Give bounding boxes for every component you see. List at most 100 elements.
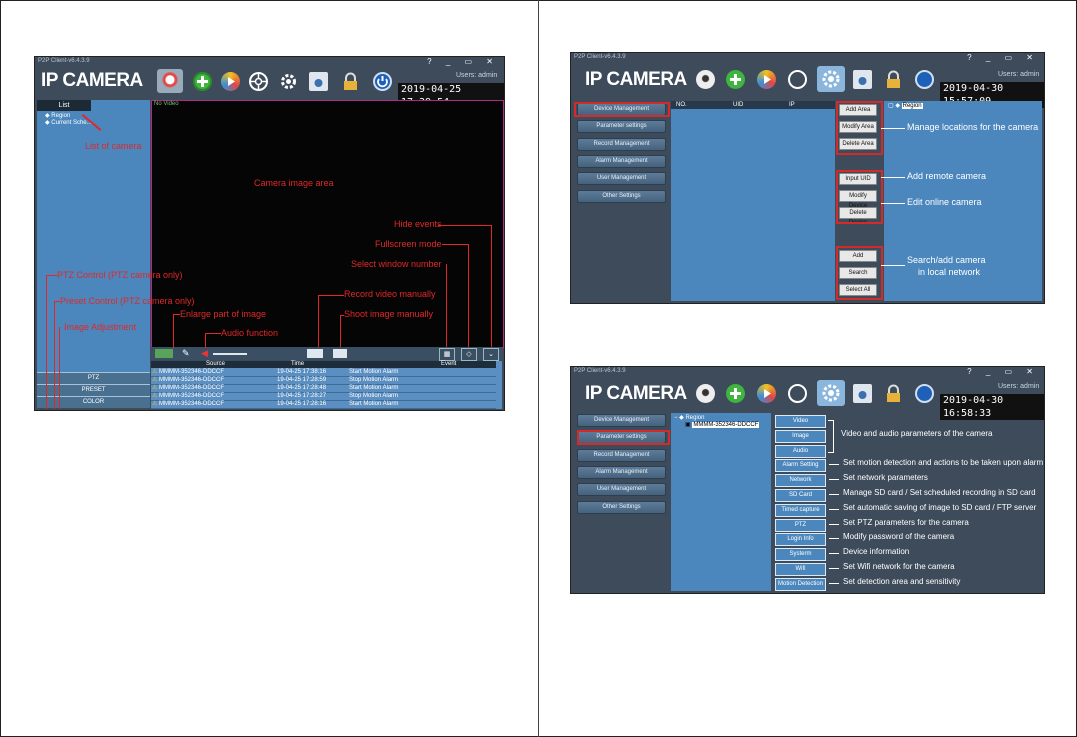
users-label: Users: admin (456, 72, 498, 79)
fullscreen-button[interactable]: ◇ (461, 348, 477, 361)
table-row[interactable]: ⚠ MMMM-352346-DDCCF 19-04-25 17:28:27 Stop … (151, 393, 496, 401)
power-icon[interactable] (915, 70, 934, 89)
table-row[interactable]: ⚠ MMMM-352346-DDCCF 19-04-25 17:28:16 Start… (151, 401, 496, 409)
table-row[interactable]: ⚠ MMMM-352346-DDCCF 19-04-25 17:28:48 Start… (151, 385, 496, 393)
add-device-icon[interactable] (726, 384, 745, 403)
record-file-icon[interactable] (309, 72, 328, 91)
ptz-wheel-icon[interactable] (788, 384, 807, 403)
nav-item-other-settings[interactable]: Other Settings (577, 500, 666, 514)
network-button[interactable]: Network (775, 474, 826, 488)
audio-button[interactable]: Audio (775, 444, 826, 458)
power-icon[interactable] (373, 72, 392, 91)
highlight-local-buttons (836, 246, 883, 300)
volume-slider[interactable] (213, 353, 247, 355)
app-title: P2P Client-v6.4.3.9 (574, 54, 626, 60)
annotation-add-remote: Add remote camera (907, 171, 987, 181)
hide-events-button[interactable]: ⌄ (483, 348, 499, 361)
audio-icon[interactable]: ◀ (201, 348, 208, 359)
header-uid: UID (733, 102, 744, 108)
leader-audio-v (205, 333, 206, 348)
nav-item-alarm-management[interactable]: Alarm Management (577, 465, 666, 479)
nav-item-record-management[interactable]: Record Management (577, 137, 666, 151)
wrench-icon[interactable]: ✎ (182, 348, 192, 359)
window-controls[interactable]: ? _ ▭ ✕ (967, 367, 1039, 376)
annotation-edit-online: Edit online camera (907, 197, 982, 207)
settings-gear-icon[interactable] (817, 380, 845, 406)
cell-source: MMMM-352346-DDCCF (159, 393, 225, 399)
leader-hide-events-v (491, 225, 492, 347)
live-view-icon[interactable] (157, 69, 183, 93)
record-file-icon[interactable] (853, 384, 872, 403)
login-info-button[interactable]: Login Info (775, 533, 826, 547)
nav-item-user-management[interactable]: User Management (577, 483, 666, 497)
alarm-warning-icon: ⚠ (152, 401, 158, 407)
brand-logo: IP CAMERA (585, 383, 687, 404)
record-video-button[interactable] (307, 349, 323, 358)
users-label: Users: admin (998, 71, 1040, 78)
enlarge-button[interactable] (155, 349, 173, 358)
motion-detection-button[interactable]: Motion Detection (775, 577, 826, 591)
tree-item-region[interactable]: ◆ Region (45, 112, 70, 119)
leader-timed-capture (829, 508, 839, 510)
description-ptz: Set PTZ parameters for the camera (843, 517, 969, 527)
window-number-button[interactable]: ▦ (439, 348, 455, 361)
table-row[interactable]: ⚠ MMMM-352346-DDCCF 19-04-25 17:28:59 Stop … (151, 377, 496, 385)
nav-item-record-management[interactable]: Record Management (577, 448, 666, 462)
add-device-icon[interactable] (726, 70, 745, 89)
lock-icon[interactable] (884, 70, 903, 89)
record-file-icon[interactable] (853, 70, 872, 89)
nav-item-alarm-management[interactable]: Alarm Management (577, 154, 666, 168)
sd-card-button[interactable]: SD Card (775, 489, 826, 502)
wifi-button[interactable]: Wifi (775, 563, 826, 576)
settings-gear-icon[interactable] (279, 72, 298, 91)
playback-icon[interactable] (757, 384, 776, 403)
lock-icon[interactable] (884, 384, 903, 403)
tree-device[interactable]: ▣ MMMM-352346-DDCCF (685, 421, 760, 428)
tree-root-region[interactable]: ▢ ◆ Region (888, 102, 923, 109)
annotation-fullscreen: Fullscreen mode (375, 239, 442, 249)
camera-icon[interactable] (696, 70, 715, 89)
cell-event: Start Motion Alarm (349, 401, 399, 407)
playback-icon[interactable] (221, 72, 240, 91)
image-button[interactable]: Image (775, 429, 826, 443)
nav-item-user-management[interactable]: User Management (577, 172, 666, 186)
highlight-parameter-settings (577, 430, 670, 445)
systerm-button[interactable]: Systerm (775, 548, 826, 562)
description-sd-card: Manage SD card / Set scheduled recording… (843, 488, 1036, 497)
leader-ptz (829, 523, 839, 525)
window-controls[interactable]: ? _ ▭ ✕ (967, 53, 1039, 62)
leader-preset-h (54, 301, 60, 302)
table-header: NO. UID IP (671, 101, 835, 109)
window-controls[interactable]: ? _ ▭ ✕ (427, 57, 499, 66)
ptz-button[interactable]: PTZ (775, 518, 826, 532)
annotation-hide-events: Hide events (394, 219, 442, 229)
lock-icon[interactable] (341, 72, 360, 91)
tree-root-region[interactable]: − ◆ Region (674, 414, 704, 421)
alarm-setting-button[interactable]: Alarm Setting (775, 459, 826, 473)
table-row[interactable]: ⚠ MMMM-352346-DDCCF 19-04-25 17:38:16 Start… (151, 369, 496, 377)
snapshot-button[interactable] (333, 349, 347, 358)
tree-item-current-sche[interactable]: ◆ Current Sche... (45, 119, 92, 126)
annotation-list-of-camera: List of camera (85, 141, 142, 151)
playback-icon[interactable] (757, 70, 776, 89)
ptz-wheel-icon[interactable] (788, 70, 807, 89)
leader-fullscreen (442, 244, 468, 245)
camera-icon[interactable] (696, 384, 715, 403)
leader-login-info (829, 538, 839, 540)
nav-item-parameter-settings[interactable]: Parameter settings (577, 120, 666, 134)
settings-gear-icon[interactable] (817, 66, 845, 92)
leader-network (829, 479, 839, 481)
nav-item-device-management[interactable]: Device Management (577, 414, 666, 427)
page-divider (538, 0, 539, 737)
ptz-wheel-icon[interactable] (249, 72, 268, 91)
video-button[interactable]: Video (775, 415, 826, 428)
annotation-camera-image-area: Camera image area (254, 178, 334, 188)
header-time: Time (291, 361, 305, 367)
video-control-bar: ✎ ◀ ▦ ◇ ⌄ (151, 347, 502, 361)
nav-item-other-settings[interactable]: Other Settings (577, 189, 666, 203)
tab-list[interactable]: List (37, 100, 91, 111)
timed-capture-button[interactable]: Timed capture (775, 503, 826, 517)
add-device-icon[interactable] (193, 72, 212, 91)
power-icon[interactable] (915, 384, 934, 403)
leader-record-h (318, 295, 344, 296)
